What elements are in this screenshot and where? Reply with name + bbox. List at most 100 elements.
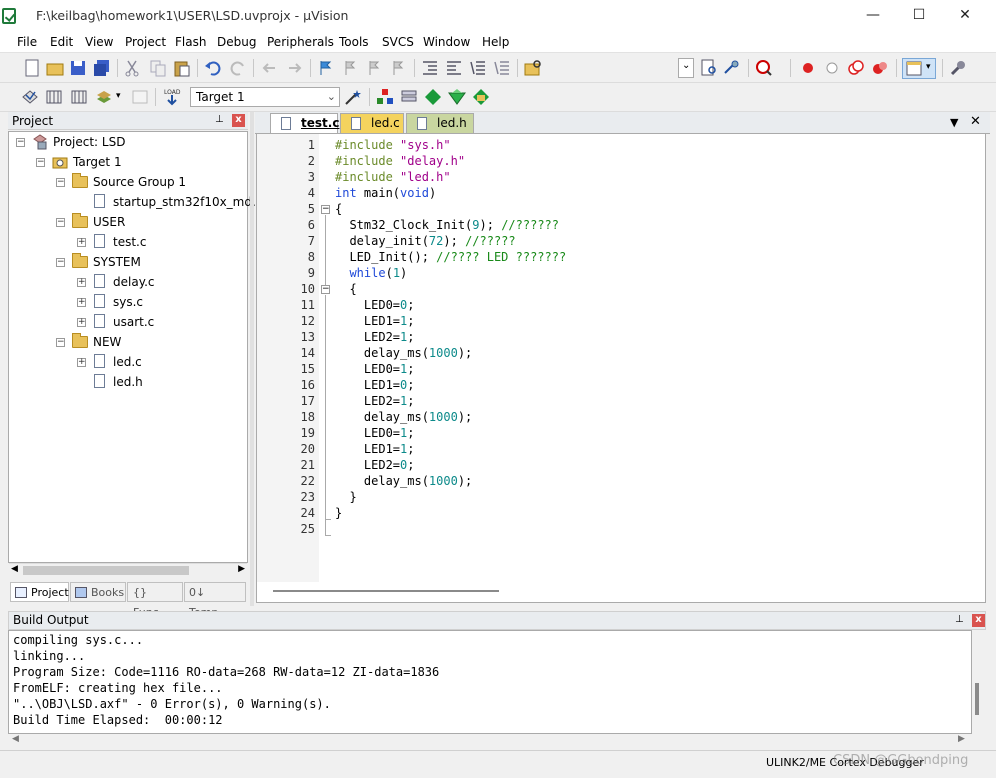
menu-view[interactable]: View bbox=[85, 35, 113, 49]
tab-led-c[interactable]: led.c bbox=[340, 113, 404, 133]
menu-flash[interactable]: Flash bbox=[175, 35, 206, 49]
tree-file-delay-c[interactable]: delay.c bbox=[113, 272, 155, 292]
select-packs-icon[interactable] bbox=[423, 87, 443, 107]
scroll-right-icon[interactable]: ▶ bbox=[238, 564, 245, 574]
redo-icon[interactable] bbox=[228, 58, 248, 78]
scrollbar-thumb[interactable] bbox=[273, 590, 499, 592]
pin-panel-icon[interactable]: ⊥ bbox=[955, 614, 964, 625]
find-in-files-icon[interactable] bbox=[523, 58, 543, 78]
code-line[interactable]: #include "sys.h" bbox=[335, 137, 451, 153]
tab-led-h[interactable]: led.h bbox=[406, 113, 474, 133]
find-icon[interactable] bbox=[699, 58, 719, 78]
load-download-icon[interactable]: LOAD bbox=[162, 87, 182, 107]
copy-icon[interactable] bbox=[148, 58, 168, 78]
runtime-environment-icon[interactable] bbox=[471, 87, 491, 107]
collapse-toggle[interactable]: − bbox=[56, 178, 65, 187]
batch-dropdown-icon[interactable]: ▾ bbox=[116, 91, 121, 101]
menu-window[interactable]: Window bbox=[423, 35, 470, 49]
code-line[interactable]: { bbox=[335, 281, 356, 297]
close-build-output-button[interactable]: x bbox=[972, 614, 985, 627]
new-file-icon[interactable] bbox=[22, 58, 42, 78]
minimize-button[interactable]: — bbox=[850, 0, 896, 31]
enable-breakpoint-icon[interactable] bbox=[822, 58, 842, 78]
code-line[interactable]: delay_init(72); //????? bbox=[335, 233, 515, 249]
code-line[interactable]: LED0=1; bbox=[335, 425, 415, 441]
tree-group-user[interactable]: USER bbox=[93, 212, 125, 232]
code-line[interactable]: #include "delay.h" bbox=[335, 153, 465, 169]
expand-toggle[interactable]: + bbox=[77, 318, 86, 327]
indent-icon[interactable] bbox=[420, 58, 440, 78]
menu-edit[interactable]: Edit bbox=[50, 35, 73, 49]
find-combo[interactable]: ⌄ bbox=[678, 58, 694, 78]
next-bookmark-icon[interactable] bbox=[364, 58, 384, 78]
kill-breakpoints-icon[interactable] bbox=[870, 58, 890, 78]
file-extensions-icon[interactable] bbox=[399, 87, 419, 107]
tree-group-source-group-1[interactable]: Source Group 1 bbox=[93, 172, 186, 192]
debug-session-icon[interactable] bbox=[754, 58, 774, 78]
expand-toggle[interactable]: + bbox=[77, 298, 86, 307]
translate-icon[interactable] bbox=[20, 87, 40, 107]
uncomment-icon[interactable] bbox=[492, 58, 512, 78]
code-line[interactable]: { bbox=[335, 201, 342, 217]
close-project-panel-button[interactable]: x bbox=[232, 114, 245, 127]
project-tree[interactable]: − Project: LSD − Target 1 − Source Group… bbox=[8, 131, 262, 577]
tree-project-root[interactable]: Project: LSD bbox=[53, 132, 125, 152]
navigate-forward-icon[interactable] bbox=[284, 58, 304, 78]
tree-file-usart-c[interactable]: usart.c bbox=[113, 312, 154, 332]
collapse-toggle[interactable]: − bbox=[56, 218, 65, 227]
insert-breakpoint-icon[interactable] bbox=[798, 58, 818, 78]
tree-file-test-c[interactable]: test.c bbox=[113, 232, 146, 252]
collapse-toggle[interactable]: − bbox=[56, 338, 65, 347]
code-editor[interactable]: 1 2 3 4 5 6 7 8 9 10 11 12 13 14 15 16 17 18 19 20 21 22 23 24 2… bbox=[256, 133, 986, 603]
collapse-toggle[interactable]: − bbox=[36, 158, 45, 167]
scroll-left-icon[interactable]: ◀ bbox=[11, 564, 18, 574]
comment-icon[interactable] bbox=[468, 58, 488, 78]
build-output-pane[interactable]: compiling sys.c... linking... Program Si… bbox=[8, 630, 979, 734]
maximize-button[interactable]: ☐ bbox=[896, 0, 942, 31]
tree-file-led-c[interactable]: led.c bbox=[113, 352, 142, 372]
expand-toggle[interactable]: + bbox=[77, 358, 86, 367]
undo-icon[interactable] bbox=[203, 58, 223, 78]
output-vertical-scrollbar[interactable] bbox=[975, 683, 979, 715]
build-icon[interactable] bbox=[44, 87, 64, 107]
code-line[interactable]: } bbox=[335, 489, 356, 505]
menu-tools[interactable]: Tools bbox=[339, 35, 369, 49]
close-editor-tab-icon[interactable]: ✕ bbox=[970, 114, 981, 129]
tab-list-dropdown-icon[interactable]: ▼ bbox=[950, 116, 958, 129]
menu-file[interactable]: File bbox=[17, 35, 37, 49]
scrollbar-thumb[interactable] bbox=[23, 566, 189, 575]
manage-project-items-icon[interactable] bbox=[375, 87, 395, 107]
save-all-icon[interactable] bbox=[92, 58, 112, 78]
batch-build-icon[interactable] bbox=[94, 87, 114, 107]
panel-splitter[interactable] bbox=[250, 112, 254, 606]
code-line[interactable]: LED2=1; bbox=[335, 329, 415, 345]
open-folder-icon[interactable] bbox=[45, 58, 65, 78]
close-window-button[interactable]: ✕ bbox=[942, 0, 988, 31]
configure-wrench-icon[interactable] bbox=[948, 58, 968, 78]
tree-target[interactable]: Target 1 bbox=[73, 152, 122, 172]
code-line[interactable]: #include "led.h" bbox=[335, 169, 451, 185]
expand-toggle[interactable]: + bbox=[77, 238, 86, 247]
tree-file-led-h[interactable]: led.h bbox=[113, 372, 143, 392]
fold-toggle[interactable]: − bbox=[321, 205, 330, 214]
code-line[interactable]: LED0=0; bbox=[335, 297, 415, 313]
tab-books[interactable]: Books bbox=[70, 582, 126, 602]
tree-file-startup[interactable]: startup_stm32f10x_md.s bbox=[113, 192, 262, 212]
code-line[interactable]: LED1=1; bbox=[335, 313, 415, 329]
code-line[interactable]: delay_ms(1000); bbox=[335, 409, 472, 425]
collapse-toggle[interactable]: − bbox=[56, 258, 65, 267]
pack-installer-icon[interactable] bbox=[447, 87, 467, 107]
menu-help[interactable]: Help bbox=[482, 35, 509, 49]
tab-functions[interactable]: {} Func... bbox=[127, 582, 183, 619]
collapse-toggle[interactable]: − bbox=[16, 138, 25, 147]
target-options-wand-icon[interactable] bbox=[343, 87, 363, 107]
rebuild-icon[interactable] bbox=[69, 87, 89, 107]
cut-icon[interactable] bbox=[122, 58, 142, 78]
tree-group-system[interactable]: SYSTEM bbox=[93, 252, 141, 272]
code-line[interactable]: LED1=1; bbox=[335, 441, 415, 457]
code-line[interactable]: LED2=1; bbox=[335, 393, 415, 409]
scroll-right-icon[interactable]: ▶ bbox=[958, 734, 965, 744]
menu-debug[interactable]: Debug bbox=[217, 35, 256, 49]
disable-breakpoints-icon[interactable] bbox=[846, 58, 866, 78]
code-line[interactable]: delay_ms(1000); bbox=[335, 345, 472, 361]
